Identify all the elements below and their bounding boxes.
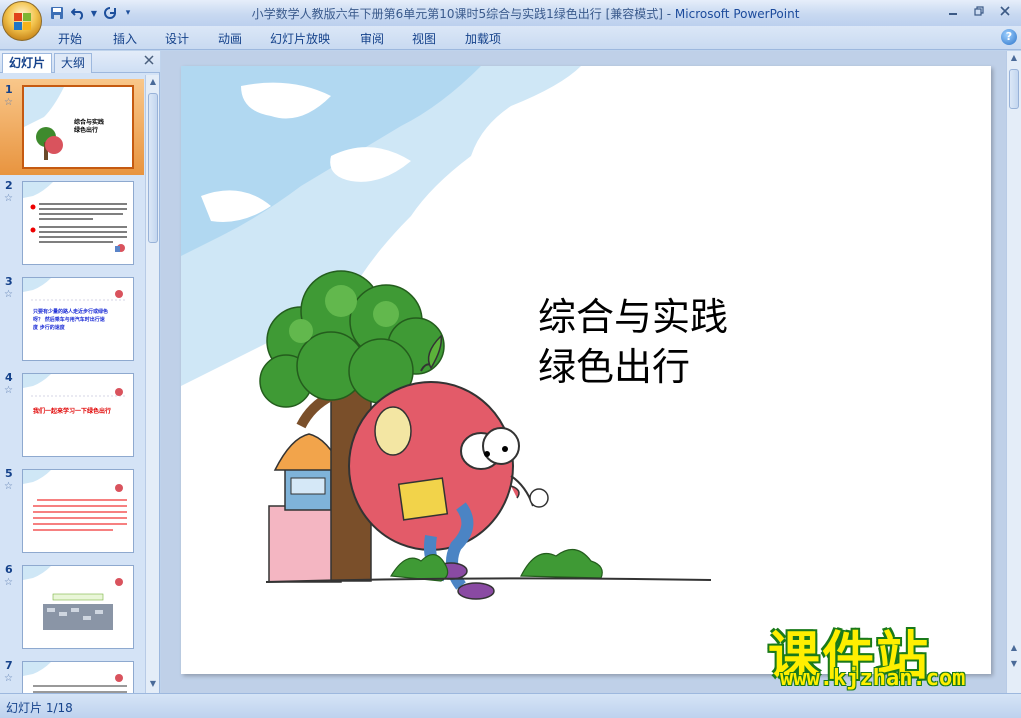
slide-number: 7 xyxy=(5,659,13,672)
customize-toolbar-icon[interactable]: ▾ xyxy=(122,4,134,22)
current-slide[interactable]: 综合与实践 绿色出行 xyxy=(181,66,991,674)
slide-thumbnail-4[interactable]: 4 ☆ 我们一起来学习一下绿色出行 xyxy=(0,367,144,463)
title-line-2: 绿色出行 xyxy=(538,345,691,389)
animation-star-icon: ☆ xyxy=(4,385,13,396)
slide-thumbnail-1[interactable]: 1 ☆ 综合与实践 绿色出行 xyxy=(0,79,144,175)
thumbnail-preview: 只要有少量的路人走近步行或绿色 呀？ 然后乘车与用汽车时出行速 度 步行的速度 xyxy=(22,277,134,361)
slide-thumbnail-list: 1 ☆ 综合与实践 绿色出行 2 ☆ 3 ☆ 只要有少量的路人走近步行或绿色 呀… xyxy=(0,75,144,693)
slide-thumbnail-5[interactable]: 5 ☆ xyxy=(0,463,144,559)
slide-scrollbar[interactable]: ▲ ▲ ▼ xyxy=(1006,51,1021,693)
document-title: 小学数学人教版六年下册第6单元第10课时5综合与实践1绿色出行 [兼容模式] - xyxy=(251,7,675,21)
slide-indicator: 幻灯片 1/18 xyxy=(6,701,73,715)
tab-slideshow[interactable]: 幻灯片放映 xyxy=(270,30,330,47)
tab-slides[interactable]: 幻灯片 xyxy=(2,53,53,73)
pane-close-icon[interactable] xyxy=(144,53,154,69)
undo-icon[interactable] xyxy=(69,4,87,22)
thumbnail-preview xyxy=(22,565,134,649)
animation-star-icon: ☆ xyxy=(4,97,13,108)
animation-star-icon: ☆ xyxy=(4,673,13,684)
office-logo-icon xyxy=(14,13,32,31)
restore-icon[interactable] xyxy=(967,2,991,20)
thumbnail-preview: 综合与实践 绿色出行 xyxy=(22,85,134,169)
tab-addins[interactable]: 加载项 xyxy=(465,30,501,47)
thumb-line: 度 步行的速度 xyxy=(33,325,65,331)
next-slide-icon[interactable]: ▼ xyxy=(1009,659,1019,671)
thumbnail-preview: 我们一起来学习一下绿色出行 xyxy=(22,373,134,457)
thumbnail-scrollbar[interactable]: ▲ ▼ xyxy=(145,75,159,693)
tab-design[interactable]: 设计 xyxy=(165,30,189,47)
status-bar: 幻灯片 1/18 xyxy=(0,693,1021,718)
slide-number: 6 xyxy=(5,563,13,576)
tab-review[interactable]: 审阅 xyxy=(360,30,384,47)
help-icon[interactable]: ? xyxy=(1001,29,1017,45)
slide-title[interactable]: 综合与实践 绿色出行 xyxy=(538,292,728,392)
slide-number: 1 xyxy=(5,83,13,96)
office-button[interactable] xyxy=(2,1,42,41)
scroll-thumb[interactable] xyxy=(1009,69,1019,109)
thumbnail-preview xyxy=(22,661,134,693)
tab-outline[interactable]: 大纲 xyxy=(54,53,93,73)
quick-access-toolbar: ▼ ▾ xyxy=(48,4,134,22)
animation-star-icon: ☆ xyxy=(4,289,13,300)
window-title: 小学数学人教版六年下册第6单元第10课时5综合与实践1绿色出行 [兼容模式] -… xyxy=(150,5,901,22)
slide-editor: 综合与实践 绿色出行 xyxy=(161,51,1006,693)
thumb-line: 绿色出行 xyxy=(74,127,99,134)
window-controls xyxy=(941,2,1017,20)
previous-slide-icon[interactable]: ▲ xyxy=(1009,643,1019,655)
app-name: Microsoft PowerPoint xyxy=(674,7,800,21)
thumb-line: 只要有少量的路人走近步行或绿色 xyxy=(33,309,109,315)
tab-animations[interactable]: 动画 xyxy=(218,30,242,47)
scroll-up-icon[interactable]: ▲ xyxy=(1009,53,1019,65)
slide-number: 5 xyxy=(5,467,13,480)
pane-tabs: 幻灯片 大纲 xyxy=(0,51,160,73)
slides-pane: 幻灯片 大纲 1 ☆ 综合与实践 绿色出行 2 ☆ 3 ☆ 只要有少量的路人走近… xyxy=(0,51,160,693)
animation-star-icon: ☆ xyxy=(4,193,13,204)
thumbnail-preview xyxy=(22,181,134,265)
scroll-down-icon[interactable]: ▼ xyxy=(148,679,158,691)
slide-thumbnail-3[interactable]: 3 ☆ 只要有少量的路人走近步行或绿色 呀？ 然后乘车与用汽车时出行速 度 步行… xyxy=(0,271,144,367)
save-icon[interactable] xyxy=(48,4,66,22)
close-icon[interactable] xyxy=(993,2,1017,20)
slide-number: 3 xyxy=(5,275,13,288)
slide-thumbnail-6[interactable]: 6 ☆ xyxy=(0,559,144,655)
minimize-icon[interactable] xyxy=(941,2,965,20)
animation-star-icon: ☆ xyxy=(4,481,13,492)
animation-star-icon: ☆ xyxy=(4,577,13,588)
slide-number: 4 xyxy=(5,371,13,384)
tab-home[interactable]: 开始 xyxy=(58,30,82,47)
scroll-thumb[interactable] xyxy=(148,93,158,243)
title-line-1: 综合与实践 xyxy=(538,295,729,339)
slide-thumbnail-7[interactable]: 7 ☆ xyxy=(0,655,144,693)
redo-icon[interactable] xyxy=(101,4,119,22)
scroll-up-icon[interactable]: ▲ xyxy=(148,77,158,89)
thumbnail-preview xyxy=(22,469,134,553)
thumb-line: 呀？ 然后乘车与用汽车时出行速 xyxy=(33,317,105,323)
tab-insert[interactable]: 插入 xyxy=(113,30,137,47)
undo-dropdown-icon[interactable]: ▼ xyxy=(90,4,98,22)
title-bar: ▼ ▾ 小学数学人教版六年下册第6单元第10课时5综合与实践1绿色出行 [兼容模… xyxy=(0,0,1021,26)
tab-view[interactable]: 视图 xyxy=(412,30,436,47)
slide-thumbnail-2[interactable]: 2 ☆ xyxy=(0,175,144,271)
thumb-line: 综合与实践 xyxy=(74,119,105,126)
watermark-url: www.kjzhan.com xyxy=(780,666,966,691)
watermark: 课件站 www.kjzhan.com xyxy=(768,614,1008,694)
slide-number: 2 xyxy=(5,179,13,192)
thumb-line: 我们一起来学习一下绿色出行 xyxy=(33,408,112,415)
ribbon-tab-bar: 开始 插入 设计 动画 幻灯片放映 审阅 视图 加载项 ? xyxy=(0,26,1021,50)
